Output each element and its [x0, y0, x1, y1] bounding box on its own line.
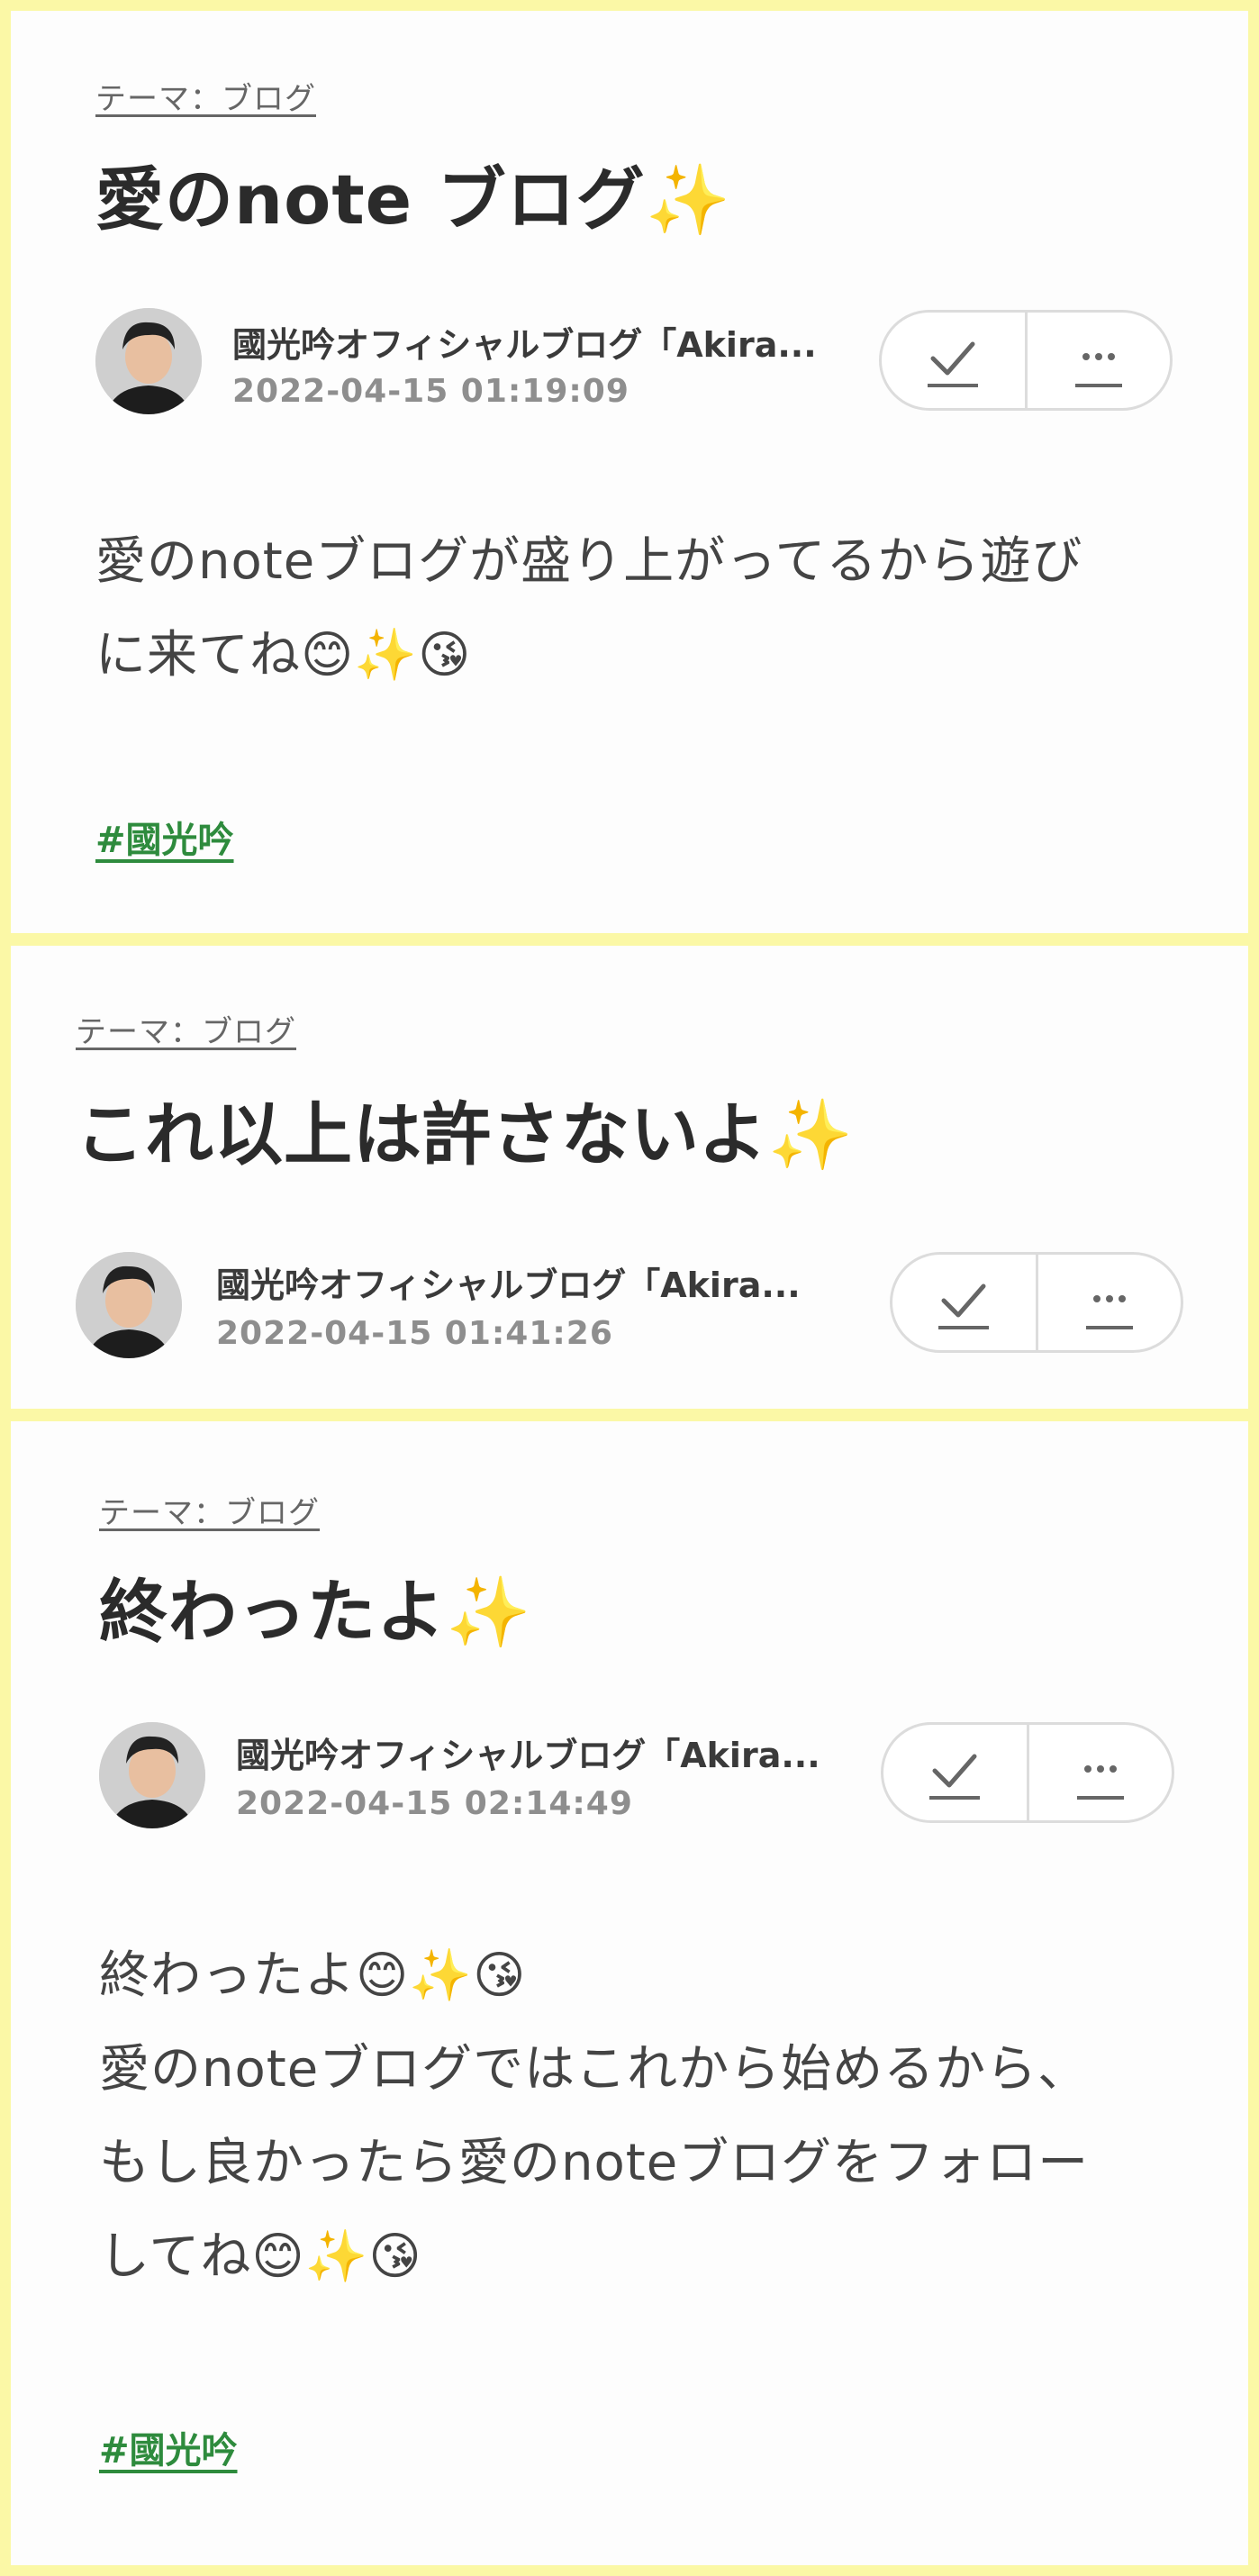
hashtag-link[interactable]: #國光吟 — [99, 2421, 238, 2473]
theme-link[interactable]: テーマ：ブログ — [95, 74, 316, 118]
post-title[interactable]: 終わったよ✨ — [99, 1556, 532, 1655]
avatar[interactable] — [76, 1252, 182, 1358]
author-name[interactable]: 國光吟オフィシャルブログ「Akira... — [236, 1728, 866, 1777]
action-button-group — [881, 1722, 1174, 1823]
author-name[interactable]: 國光吟オフィシャルブログ「Akira... — [216, 1257, 847, 1307]
post-title-text: 愛のnote ブログ — [95, 159, 646, 240]
post-card: テーマ：ブログ これ以上は許さないよ✨ 國光吟オフィシャルブログ「Akira..… — [11, 946, 1248, 1409]
action-button-group — [879, 310, 1173, 411]
check-button[interactable] — [883, 1725, 1027, 1820]
avatar[interactable] — [99, 1722, 205, 1828]
post-date: 2022-04-15 01:19:09 — [232, 373, 630, 410]
post-title[interactable]: これ以上は許さないよ✨ — [76, 1079, 854, 1178]
more-button[interactable] — [1026, 1725, 1173, 1820]
sparkle-icon: ✨ — [446, 1572, 532, 1652]
body-line: に来てね😊✨😘 — [95, 626, 472, 685]
check-icon — [929, 1754, 981, 1800]
sparkle-icon: ✨ — [767, 1094, 855, 1175]
more-button[interactable] — [1024, 313, 1171, 408]
check-icon — [938, 1283, 990, 1329]
post-title[interactable]: 愛のnote ブログ✨ — [95, 144, 731, 243]
post-card: テーマ：ブログ 愛のnote ブログ✨ 國光吟オフィシャルブログ「Akira..… — [11, 11, 1248, 933]
theme-link[interactable]: テーマ：ブログ — [76, 1007, 296, 1051]
post-date: 2022-04-15 02:14:49 — [236, 1785, 633, 1822]
body-line: してね😊✨😘 — [99, 2227, 422, 2286]
avatar[interactable] — [95, 308, 202, 414]
sparkle-icon: ✨ — [645, 159, 732, 240]
post-title-text: 終わったよ — [99, 1572, 446, 1652]
body-line: 終わったよ😊✨😘 — [99, 1946, 527, 2005]
theme-link[interactable]: テーマ：ブログ — [99, 1488, 320, 1532]
more-icon — [1076, 1765, 1124, 1800]
post-body: 終わったよ😊✨😘 愛のnoteブログではこれから始めるから、 もし良かったら愛の… — [99, 1929, 1198, 2304]
more-icon — [1085, 1295, 1133, 1329]
check-button[interactable] — [882, 313, 1025, 408]
post-title-text: これ以上は許さないよ — [76, 1094, 768, 1175]
more-icon — [1074, 353, 1122, 387]
body-line: もし良かったら愛のnoteブログをフォロー — [99, 2134, 1090, 2192]
hashtag-link[interactable]: #國光吟 — [95, 811, 234, 863]
more-button[interactable] — [1035, 1255, 1182, 1350]
author-name[interactable]: 國光吟オフィシャルブログ「Akira... — [232, 317, 863, 367]
action-button-group — [890, 1252, 1183, 1353]
check-button[interactable] — [892, 1255, 1036, 1350]
check-icon — [928, 341, 979, 387]
post-date: 2022-04-15 01:41:26 — [216, 1315, 613, 1352]
body-line: 愛のnoteブログが盛り上がってるから遊び — [95, 532, 1083, 591]
post-card: テーマ：ブログ 終わったよ✨ 國光吟オフィシャルブログ「Akira... 202… — [11, 1421, 1248, 2565]
post-body: 愛のnoteブログが盛り上がってるから遊び に来てね😊✨😘 — [95, 515, 1176, 703]
body-line: 愛のnoteブログではこれから始めるから、 — [99, 2040, 1090, 2099]
